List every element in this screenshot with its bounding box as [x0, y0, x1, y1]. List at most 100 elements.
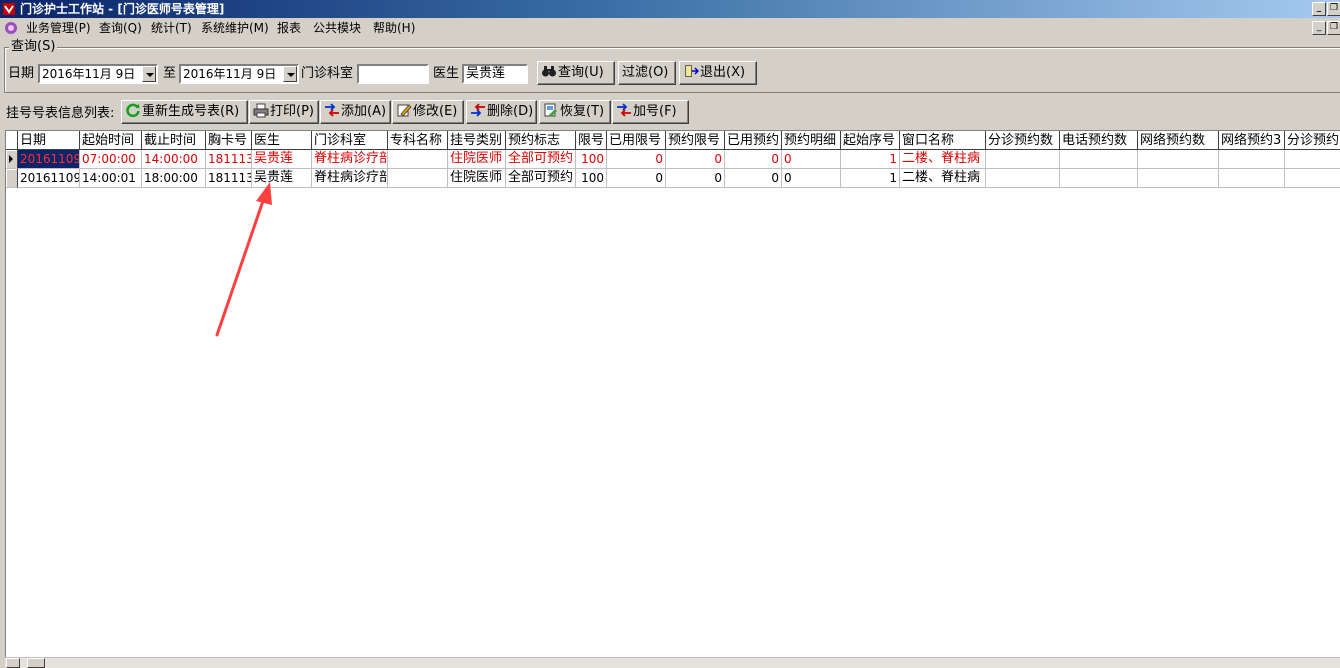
cell-triage-booking-2[interactable] [1285, 169, 1340, 188]
column-header[interactable]: 分诊预约数 [986, 131, 1060, 150]
table-row[interactable]: 20161109 07:00:00 14:00:00 181113 吴贵莲 脊柱… [6, 150, 1340, 169]
column-header[interactable]: 挂号类别 [448, 131, 506, 150]
cell-end-time[interactable]: 14:00:00 [142, 150, 206, 169]
cell-date[interactable]: 20161109 [18, 169, 80, 188]
regenerate-button[interactable]: 重新生成号表(R) [121, 100, 248, 124]
cell-booking-limit[interactable]: 0 [666, 150, 725, 169]
cell-date[interactable]: 20161109 [18, 150, 80, 169]
search-button[interactable]: 查询(U) [537, 61, 615, 85]
minimize-button[interactable]: _ [1312, 2, 1326, 16]
doctor-input[interactable]: 吴贵莲 [462, 64, 528, 84]
column-header[interactable]: 网络预约3 [1219, 131, 1285, 150]
cell-reg-type[interactable]: 住院医师 [448, 150, 506, 169]
cell-triage-booking-2[interactable] [1285, 150, 1340, 169]
cell-web-booking[interactable] [1138, 150, 1219, 169]
date-to-picker[interactable]: 2016年11月 9日 [179, 64, 299, 84]
cell-web-booking[interactable] [1138, 169, 1219, 188]
column-header[interactable]: 已用限号 [607, 131, 666, 150]
schedule-table[interactable]: 日期 起始时间 截止时间 胸卡号 医生 门诊科室 专科名称 挂号类别 预约标志 … [5, 130, 1340, 659]
column-header[interactable]: 窗口名称 [900, 131, 986, 150]
table-row[interactable]: 20161109 14:00:01 18:00:00 181113 吴贵莲 脊柱… [6, 169, 1340, 188]
column-header[interactable]: 起始时间 [80, 131, 142, 150]
edit-button[interactable]: 修改(E) [392, 100, 464, 124]
filter-button[interactable]: 过滤(O) [618, 61, 676, 85]
row-indicator [6, 169, 18, 188]
menu-reports[interactable]: 报表 [277, 20, 301, 36]
menu-help[interactable]: 帮助(H) [373, 20, 415, 36]
column-header[interactable]: 医生 [252, 131, 312, 150]
print-button[interactable]: 打印(P) [249, 100, 319, 124]
column-header[interactable]: 限号 [576, 131, 607, 150]
cell-booking-detail[interactable]: 0 [782, 150, 841, 169]
cell-phone-booking[interactable] [1060, 150, 1138, 169]
cell-doctor[interactable]: 吴贵莲 [252, 169, 312, 188]
cell-doctor[interactable]: 吴贵莲 [252, 150, 312, 169]
cell-window-name[interactable]: 二楼、脊柱病 [900, 169, 986, 188]
restore-button[interactable]: ❐ [1327, 2, 1340, 16]
cell-used-booking[interactable]: 0 [725, 169, 782, 188]
column-header[interactable]: 电话预约数 [1060, 131, 1138, 150]
cell-used-limit[interactable]: 0 [607, 169, 666, 188]
date-from-picker[interactable]: 2016年11月 9日 [38, 64, 158, 84]
add-number-button[interactable]: 加号(F) [612, 100, 689, 124]
list-label: 挂号号表信息列表: [6, 106, 115, 121]
menu-maintenance[interactable]: 系统维护(M) [201, 20, 269, 36]
cell-used-booking[interactable]: 0 [725, 150, 782, 169]
cell-start-time[interactable]: 14:00:01 [80, 169, 142, 188]
cell-booking-flag[interactable]: 全部可预约 [506, 150, 576, 169]
child-minimize-button[interactable]: _ [1312, 21, 1326, 35]
cell-end-time[interactable]: 18:00:00 [142, 169, 206, 188]
column-header[interactable]: 专科名称 [388, 131, 448, 150]
cell-web-booking-3[interactable] [1219, 169, 1285, 188]
document-icon[interactable] [3, 20, 19, 36]
dept-input[interactable] [357, 64, 429, 84]
add-button[interactable]: 添加(A) [320, 100, 391, 124]
column-header[interactable]: 胸卡号 [206, 131, 252, 150]
cell-limit[interactable]: 100 [576, 169, 607, 188]
cell-booking-limit[interactable]: 0 [666, 169, 725, 188]
delete-button[interactable]: 删除(D) [466, 100, 537, 124]
cell-specialty[interactable] [388, 150, 448, 169]
cell-badge-number[interactable]: 181113 [206, 169, 252, 188]
exit-button[interactable]: 退出(X) [679, 61, 757, 85]
cell-booking-detail[interactable]: 0 [782, 169, 841, 188]
cell-specialty[interactable] [388, 169, 448, 188]
cell-reg-type[interactable]: 住院医师 [448, 169, 506, 188]
cell-triage-booking[interactable] [986, 150, 1060, 169]
column-header[interactable]: 网络预约数 [1138, 131, 1219, 150]
cell-start-seq[interactable]: 1 [841, 150, 900, 169]
cell-dept[interactable]: 脊柱病诊疗部 [312, 150, 388, 169]
window-title: 门诊护士工作站 - [门诊医师号表管理] [20, 2, 225, 16]
menu-public-module[interactable]: 公共模块 [313, 20, 361, 36]
date-to-dropdown-icon[interactable] [283, 66, 297, 82]
column-header[interactable]: 起始序号 [841, 131, 900, 150]
cell-badge-number[interactable]: 181113 [206, 150, 252, 169]
child-restore-button[interactable]: ❐ [1327, 21, 1340, 35]
menu-bar: 业务管理(P) 查询(Q) 统计(T) 系统维护(M) 报表 公共模块 帮助(H… [0, 18, 1340, 38]
cell-start-seq[interactable]: 1 [841, 169, 900, 188]
horizontal-scrollbar[interactable] [5, 657, 1340, 668]
cell-dept[interactable]: 脊柱病诊疗部 [312, 169, 388, 188]
cell-triage-booking[interactable] [986, 169, 1060, 188]
cell-start-time[interactable]: 07:00:00 [80, 150, 142, 169]
column-header[interactable]: 预约限号 [666, 131, 725, 150]
column-header[interactable]: 预约标志 [506, 131, 576, 150]
cell-limit[interactable]: 100 [576, 150, 607, 169]
menu-business[interactable]: 业务管理(P) [26, 20, 91, 36]
column-header[interactable]: 日期 [18, 131, 80, 150]
cell-window-name[interactable]: 二楼、脊柱病 [900, 150, 986, 169]
restore-button-toolbar[interactable]: 恢复(T) [539, 100, 611, 124]
menu-statistics[interactable]: 统计(T) [151, 20, 192, 36]
cell-booking-flag[interactable]: 全部可预约 [506, 169, 576, 188]
menu-query[interactable]: 查询(Q) [99, 20, 142, 36]
column-header[interactable]: 门诊科室 [312, 131, 388, 150]
cell-phone-booking[interactable] [1060, 169, 1138, 188]
cell-used-limit[interactable]: 0 [607, 150, 666, 169]
column-header[interactable]: 截止时间 [142, 131, 206, 150]
column-header[interactable]: 已用预约 [725, 131, 782, 150]
column-header[interactable]: 预约明细 [782, 131, 841, 150]
print-button-label: 打印(P) [270, 104, 314, 119]
cell-web-booking-3[interactable] [1219, 150, 1285, 169]
date-from-dropdown-icon[interactable] [142, 66, 156, 82]
column-header[interactable]: 分诊预约 [1285, 131, 1340, 150]
